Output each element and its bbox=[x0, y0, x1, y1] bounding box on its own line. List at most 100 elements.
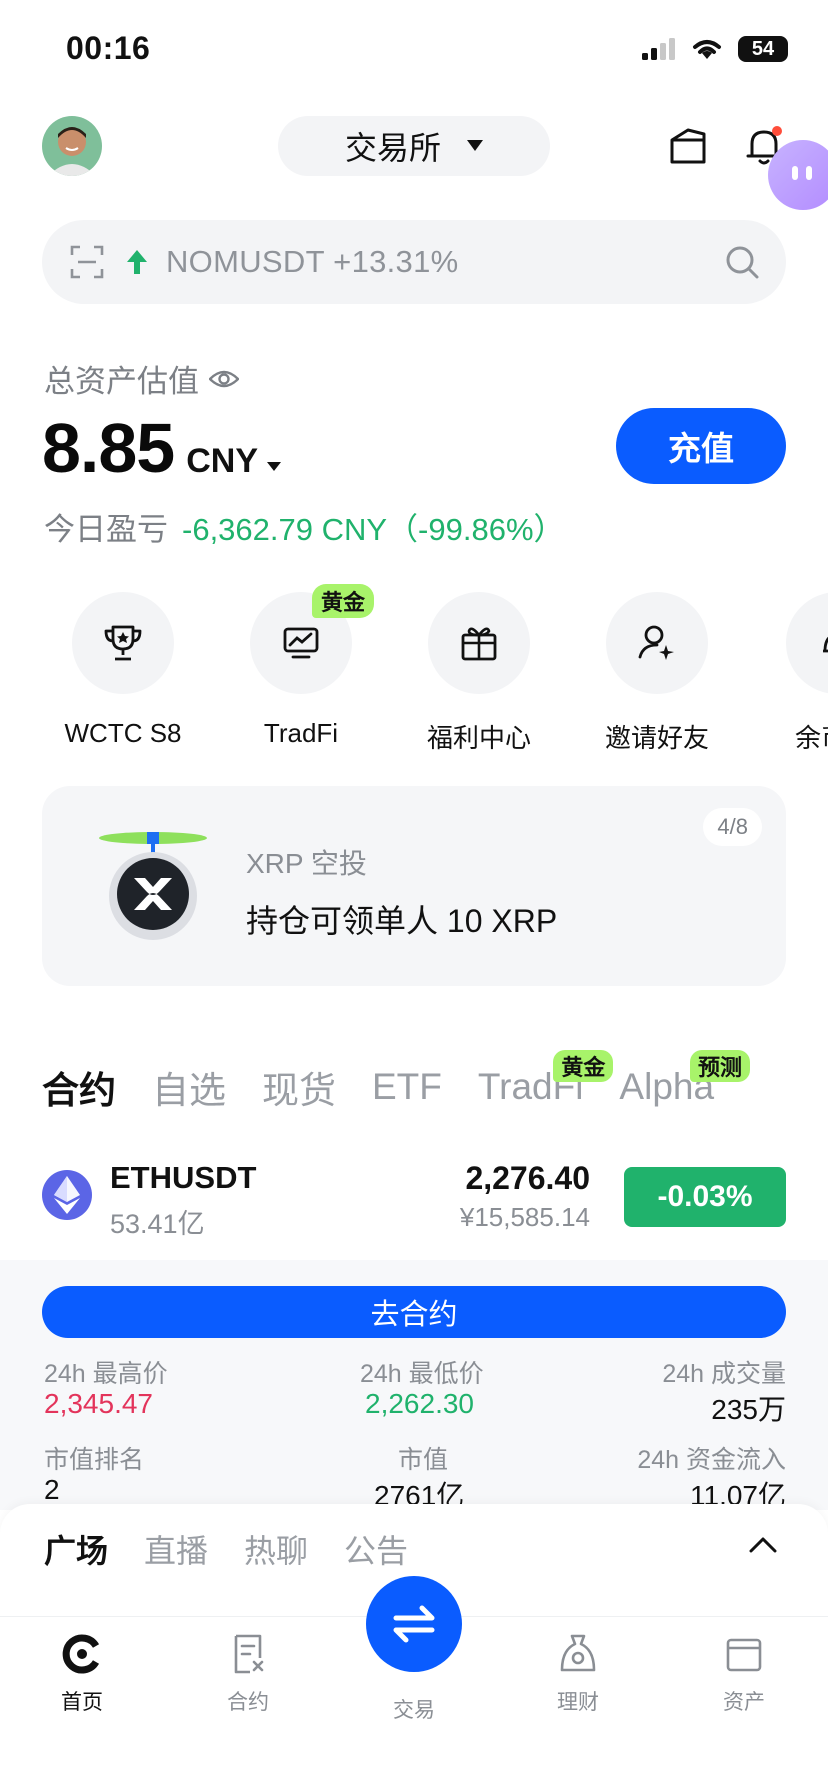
ticker-change-badge[interactable]: -0.03% bbox=[624, 1167, 786, 1227]
stat-low-label: 24h 最低价 bbox=[360, 1360, 484, 1388]
ticker-price: 2,276.40 bbox=[465, 1160, 590, 1196]
airdrop-title: 持仓可领单人 10 XRP bbox=[246, 903, 558, 939]
stat-rank-value: 2 bbox=[44, 1474, 60, 1505]
gold-tag: 黄金 bbox=[311, 584, 374, 618]
airdrop-banner[interactable]: XRP 空投 持仓可领单人 10 XRP 4/8 bbox=[42, 786, 786, 986]
avatar-image bbox=[42, 116, 102, 176]
ticker-volume: 53.41亿 bbox=[110, 1209, 205, 1239]
airdrop-subtitle: XRP 空投 bbox=[246, 848, 367, 879]
tab-spot[interactable]: 现货 bbox=[262, 1060, 336, 1114]
xrp-coin-icon bbox=[99, 832, 207, 940]
savings-icon bbox=[823, 636, 828, 653]
today-pnl: 今日盈亏 -6,362.79 CNY（-99.86%） bbox=[44, 504, 565, 549]
feed-tabs: 广场 直播 热聊 公告 bbox=[44, 1526, 408, 1572]
shortcut-savings[interactable]: 余币 bbox=[760, 592, 828, 755]
deposit-button[interactable]: 充值 bbox=[616, 408, 786, 484]
shortcut-wctc[interactable]: WCTC S8 bbox=[48, 592, 198, 749]
currency-selector[interactable]: CNY bbox=[186, 442, 281, 481]
chevron-up-icon[interactable] bbox=[748, 1534, 778, 1554]
stat-high-label: 24h 最高价 bbox=[44, 1360, 168, 1388]
nav-assets[interactable]: 资产 bbox=[684, 1632, 804, 1716]
chart-monitor-icon bbox=[283, 627, 319, 659]
wallet-icon bbox=[726, 1638, 762, 1672]
stat-volume-value: 235万 bbox=[711, 1394, 786, 1425]
search-icon[interactable] bbox=[724, 244, 760, 280]
trend-up-icon bbox=[127, 250, 147, 274]
status-icons: 54 bbox=[642, 36, 788, 62]
search-bar[interactable]: NOMUSDT +13.31% bbox=[42, 220, 786, 304]
tab-etf[interactable]: ETF bbox=[372, 1066, 442, 1108]
tab-live[interactable]: 直播 bbox=[144, 1526, 208, 1572]
search-trending-text: NOMUSDT +13.31% bbox=[166, 244, 459, 279]
nav-label: 交易 bbox=[393, 1699, 435, 1722]
eth-icon bbox=[42, 1170, 92, 1220]
money-bag-icon bbox=[560, 1634, 596, 1672]
gift-icon bbox=[461, 627, 497, 661]
caret-down-icon bbox=[266, 462, 281, 471]
ticker-symbol[interactable]: ETHUSDT bbox=[110, 1160, 256, 1196]
tab-label: ETF bbox=[372, 1066, 442, 1107]
shortcut-label: TradFi bbox=[263, 718, 339, 748]
nav-label: 资产 bbox=[723, 1691, 765, 1714]
total-assets-number: 8.85 bbox=[42, 409, 175, 487]
ticker-price-cny: ¥15,585.14 bbox=[459, 1202, 590, 1232]
invite-user-icon bbox=[638, 625, 674, 660]
nav-contract[interactable]: 合约 bbox=[188, 1632, 308, 1716]
cellular-signal-icon bbox=[642, 38, 675, 60]
tab-tradfi[interactable]: TradFi 黄金 bbox=[478, 1050, 614, 1108]
nav-trade[interactable]: 交易 bbox=[354, 1684, 474, 1724]
eye-icon[interactable] bbox=[209, 368, 239, 390]
stat-low-value: 2,262.30 bbox=[365, 1388, 474, 1419]
tab-contract[interactable]: 合约 bbox=[42, 1060, 116, 1114]
assistant-face-icon bbox=[792, 166, 812, 180]
go-contract-button[interactable]: 去合约 bbox=[42, 1286, 786, 1338]
swap-arrows-icon bbox=[393, 1605, 435, 1643]
exchange-label: 交易所 bbox=[344, 130, 441, 166]
caret-down-icon bbox=[467, 140, 483, 151]
shortcut-invite[interactable]: 邀请好友 bbox=[582, 592, 732, 755]
shortcut-label: WCTC S8 bbox=[64, 718, 182, 748]
tab-announcements[interactable]: 公告 bbox=[344, 1526, 408, 1572]
tab-label: 现货 bbox=[262, 1070, 336, 1111]
shortcut-welfare[interactable]: 福利中心 bbox=[404, 592, 554, 755]
prediction-tag: 预测 bbox=[690, 1050, 751, 1082]
today-pnl-value: -6,362.79 CNY（-99.86%） bbox=[182, 512, 565, 547]
shortcut-tradfi[interactable]: 黄金 TradFi bbox=[226, 584, 376, 749]
box-icon[interactable] bbox=[666, 124, 710, 168]
stat-inflow-label: 24h 资金流入 bbox=[637, 1446, 786, 1474]
nav-home[interactable]: 首页 bbox=[22, 1632, 142, 1716]
tab-watchlist[interactable]: 自选 bbox=[152, 1060, 226, 1114]
home-logo-icon bbox=[62, 1634, 100, 1674]
banner-page-indicator: 4/8 bbox=[703, 808, 762, 846]
scan-icon[interactable] bbox=[70, 245, 104, 279]
nav-label: 理财 bbox=[557, 1691, 599, 1714]
assistant-bubble-icon[interactable] bbox=[768, 140, 828, 210]
stat-rank-label: 市值排名 bbox=[44, 1446, 145, 1474]
nav-earn[interactable]: 理财 bbox=[518, 1632, 638, 1716]
market-tabs: 合约 自选 现货 ETF TradFi 黄金 Alpha 预测 bbox=[42, 1050, 751, 1114]
contract-doc-icon bbox=[234, 1634, 264, 1674]
total-assets-value: 8.85 CNY bbox=[42, 408, 281, 488]
shortcut-label: 邀请好友 bbox=[604, 723, 709, 753]
stat-mcap-label: 市值 bbox=[398, 1446, 449, 1474]
battery-indicator: 54 bbox=[738, 36, 788, 62]
eth-logo-icon bbox=[54, 1176, 80, 1214]
today-pnl-label: 今日盈亏 bbox=[44, 512, 168, 547]
avatar[interactable] bbox=[42, 116, 102, 176]
total-assets-label: 总资产估值 bbox=[44, 356, 239, 401]
shortcut-label: 福利中心 bbox=[426, 723, 531, 753]
tab-label: 合约 bbox=[42, 1070, 116, 1111]
stat-volume-label: 24h 成交量 bbox=[662, 1360, 786, 1388]
exchange-switcher[interactable]: 交易所 bbox=[278, 116, 550, 176]
total-assets-label-text: 总资产估值 bbox=[44, 364, 199, 399]
trade-fab-button[interactable] bbox=[366, 1576, 462, 1672]
stat-high-value: 2,345.47 bbox=[44, 1388, 153, 1419]
trophy-icon bbox=[104, 625, 142, 661]
tab-alpha[interactable]: Alpha 预测 bbox=[619, 1050, 751, 1108]
shortcut-label: 余币 bbox=[795, 723, 828, 753]
gold-tag: 黄金 bbox=[553, 1050, 614, 1082]
tab-label: 自选 bbox=[152, 1070, 226, 1111]
tab-hot-chat[interactable]: 热聊 bbox=[244, 1526, 308, 1572]
nav-label: 合约 bbox=[227, 1691, 269, 1714]
tab-square[interactable]: 广场 bbox=[44, 1526, 108, 1572]
